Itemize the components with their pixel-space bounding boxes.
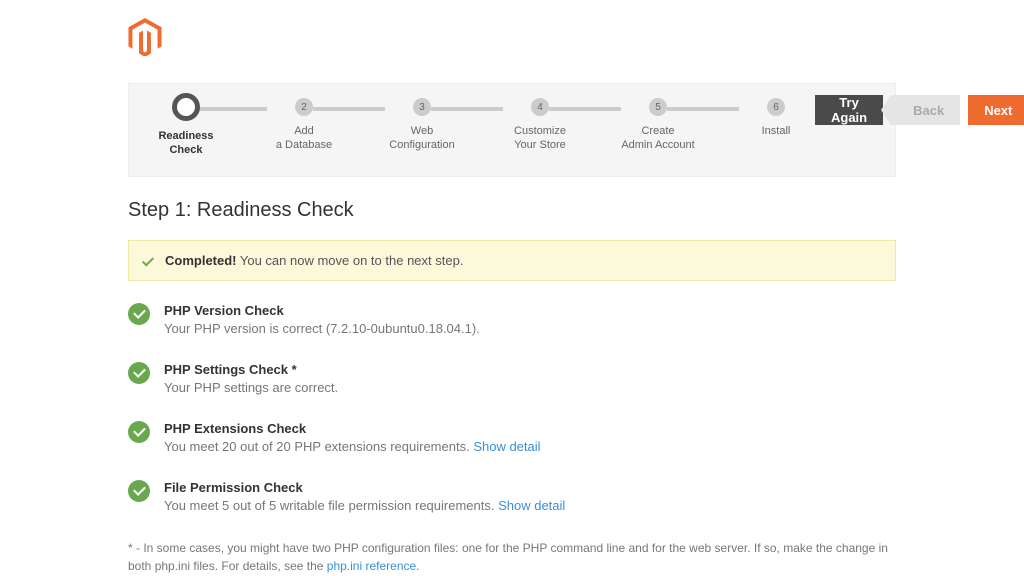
magento-logo (128, 18, 896, 61)
step-label: WebConfiguration (389, 124, 454, 153)
step-5[interactable]: 5 CreateAdmin Account (619, 98, 697, 153)
step-label: CustomizeYour Store (514, 124, 566, 153)
footnote-text: * - In some cases, you might have two PH… (128, 541, 888, 573)
next-button[interactable]: Next (968, 95, 1024, 125)
step-2[interactable]: 2 Adda Database (265, 98, 343, 153)
check-title: PHP Extensions Check (164, 421, 541, 436)
check-badge-icon (128, 421, 150, 443)
alert-completed: Completed! You can now move on to the ne… (128, 240, 896, 281)
step-4[interactable]: 4 CustomizeYour Store (501, 98, 579, 153)
step-dot: 2 (295, 98, 313, 116)
check-desc: You meet 20 out of 20 PHP extensions req… (164, 439, 541, 454)
check-item: PHP Settings Check * Your PHP settings ar… (128, 362, 896, 395)
show-detail-link[interactable]: Show detail (473, 439, 540, 454)
check-item: PHP Extensions Check You meet 20 out of 2… (128, 421, 896, 454)
check-title: PHP Settings Check * (164, 362, 338, 377)
magento-logo-icon (128, 18, 162, 56)
check-badge-icon (128, 362, 150, 384)
step-label: Adda Database (276, 124, 332, 153)
check-title: PHP Version Check (164, 303, 480, 318)
alert-text: Completed! You can now move on to the ne… (165, 253, 463, 268)
steps: ReadinessCheck 2 Adda Database 3 WebConfigur… (147, 98, 815, 158)
footnote-after: . (416, 559, 419, 573)
alert-msg: You can now move on to the next step. (237, 253, 464, 268)
check-desc: Your PHP settings are correct. (164, 380, 338, 395)
step-label: CreateAdmin Account (621, 124, 694, 153)
page-title: Step 1: Readiness Check (128, 199, 896, 222)
step-dot: 6 (767, 98, 785, 116)
back-button[interactable]: Back (891, 95, 960, 125)
check-item: File Permission Check You meet 5 out of 5… (128, 480, 896, 513)
show-detail-link[interactable]: Show detail (498, 498, 565, 513)
step-dot (172, 93, 200, 121)
step-dot: 4 (531, 98, 549, 116)
check-desc: Your PHP version is correct (7.2.10-0ubu… (164, 321, 480, 336)
check-badge-icon (128, 480, 150, 502)
step-label: Install (762, 124, 791, 138)
step-6[interactable]: 6 Install (737, 98, 815, 138)
footnote-link[interactable]: php.ini reference (327, 559, 416, 573)
check-title: File Permission Check (164, 480, 565, 495)
step-1[interactable]: ReadinessCheck (147, 98, 225, 158)
step-3[interactable]: 3 WebConfiguration (383, 98, 461, 153)
check-item: PHP Version Check Your PHP version is cor… (128, 303, 896, 336)
check-icon (142, 254, 154, 266)
action-buttons: Try Again Back Next (815, 95, 1024, 125)
step-label: ReadinessCheck (158, 129, 213, 158)
footnote: * - In some cases, you might have two PH… (128, 539, 896, 575)
check-list: PHP Version Check Your PHP version is cor… (128, 303, 896, 513)
step-dot: 3 (413, 98, 431, 116)
step-dot: 5 (649, 98, 667, 116)
check-badge-icon (128, 303, 150, 325)
alert-strong: Completed! (165, 253, 237, 268)
stepper-bar: ReadinessCheck 2 Adda Database 3 WebConfigur… (128, 83, 896, 177)
try-again-button[interactable]: Try Again (815, 95, 883, 125)
check-desc: You meet 5 out of 5 writable file permis… (164, 498, 565, 513)
